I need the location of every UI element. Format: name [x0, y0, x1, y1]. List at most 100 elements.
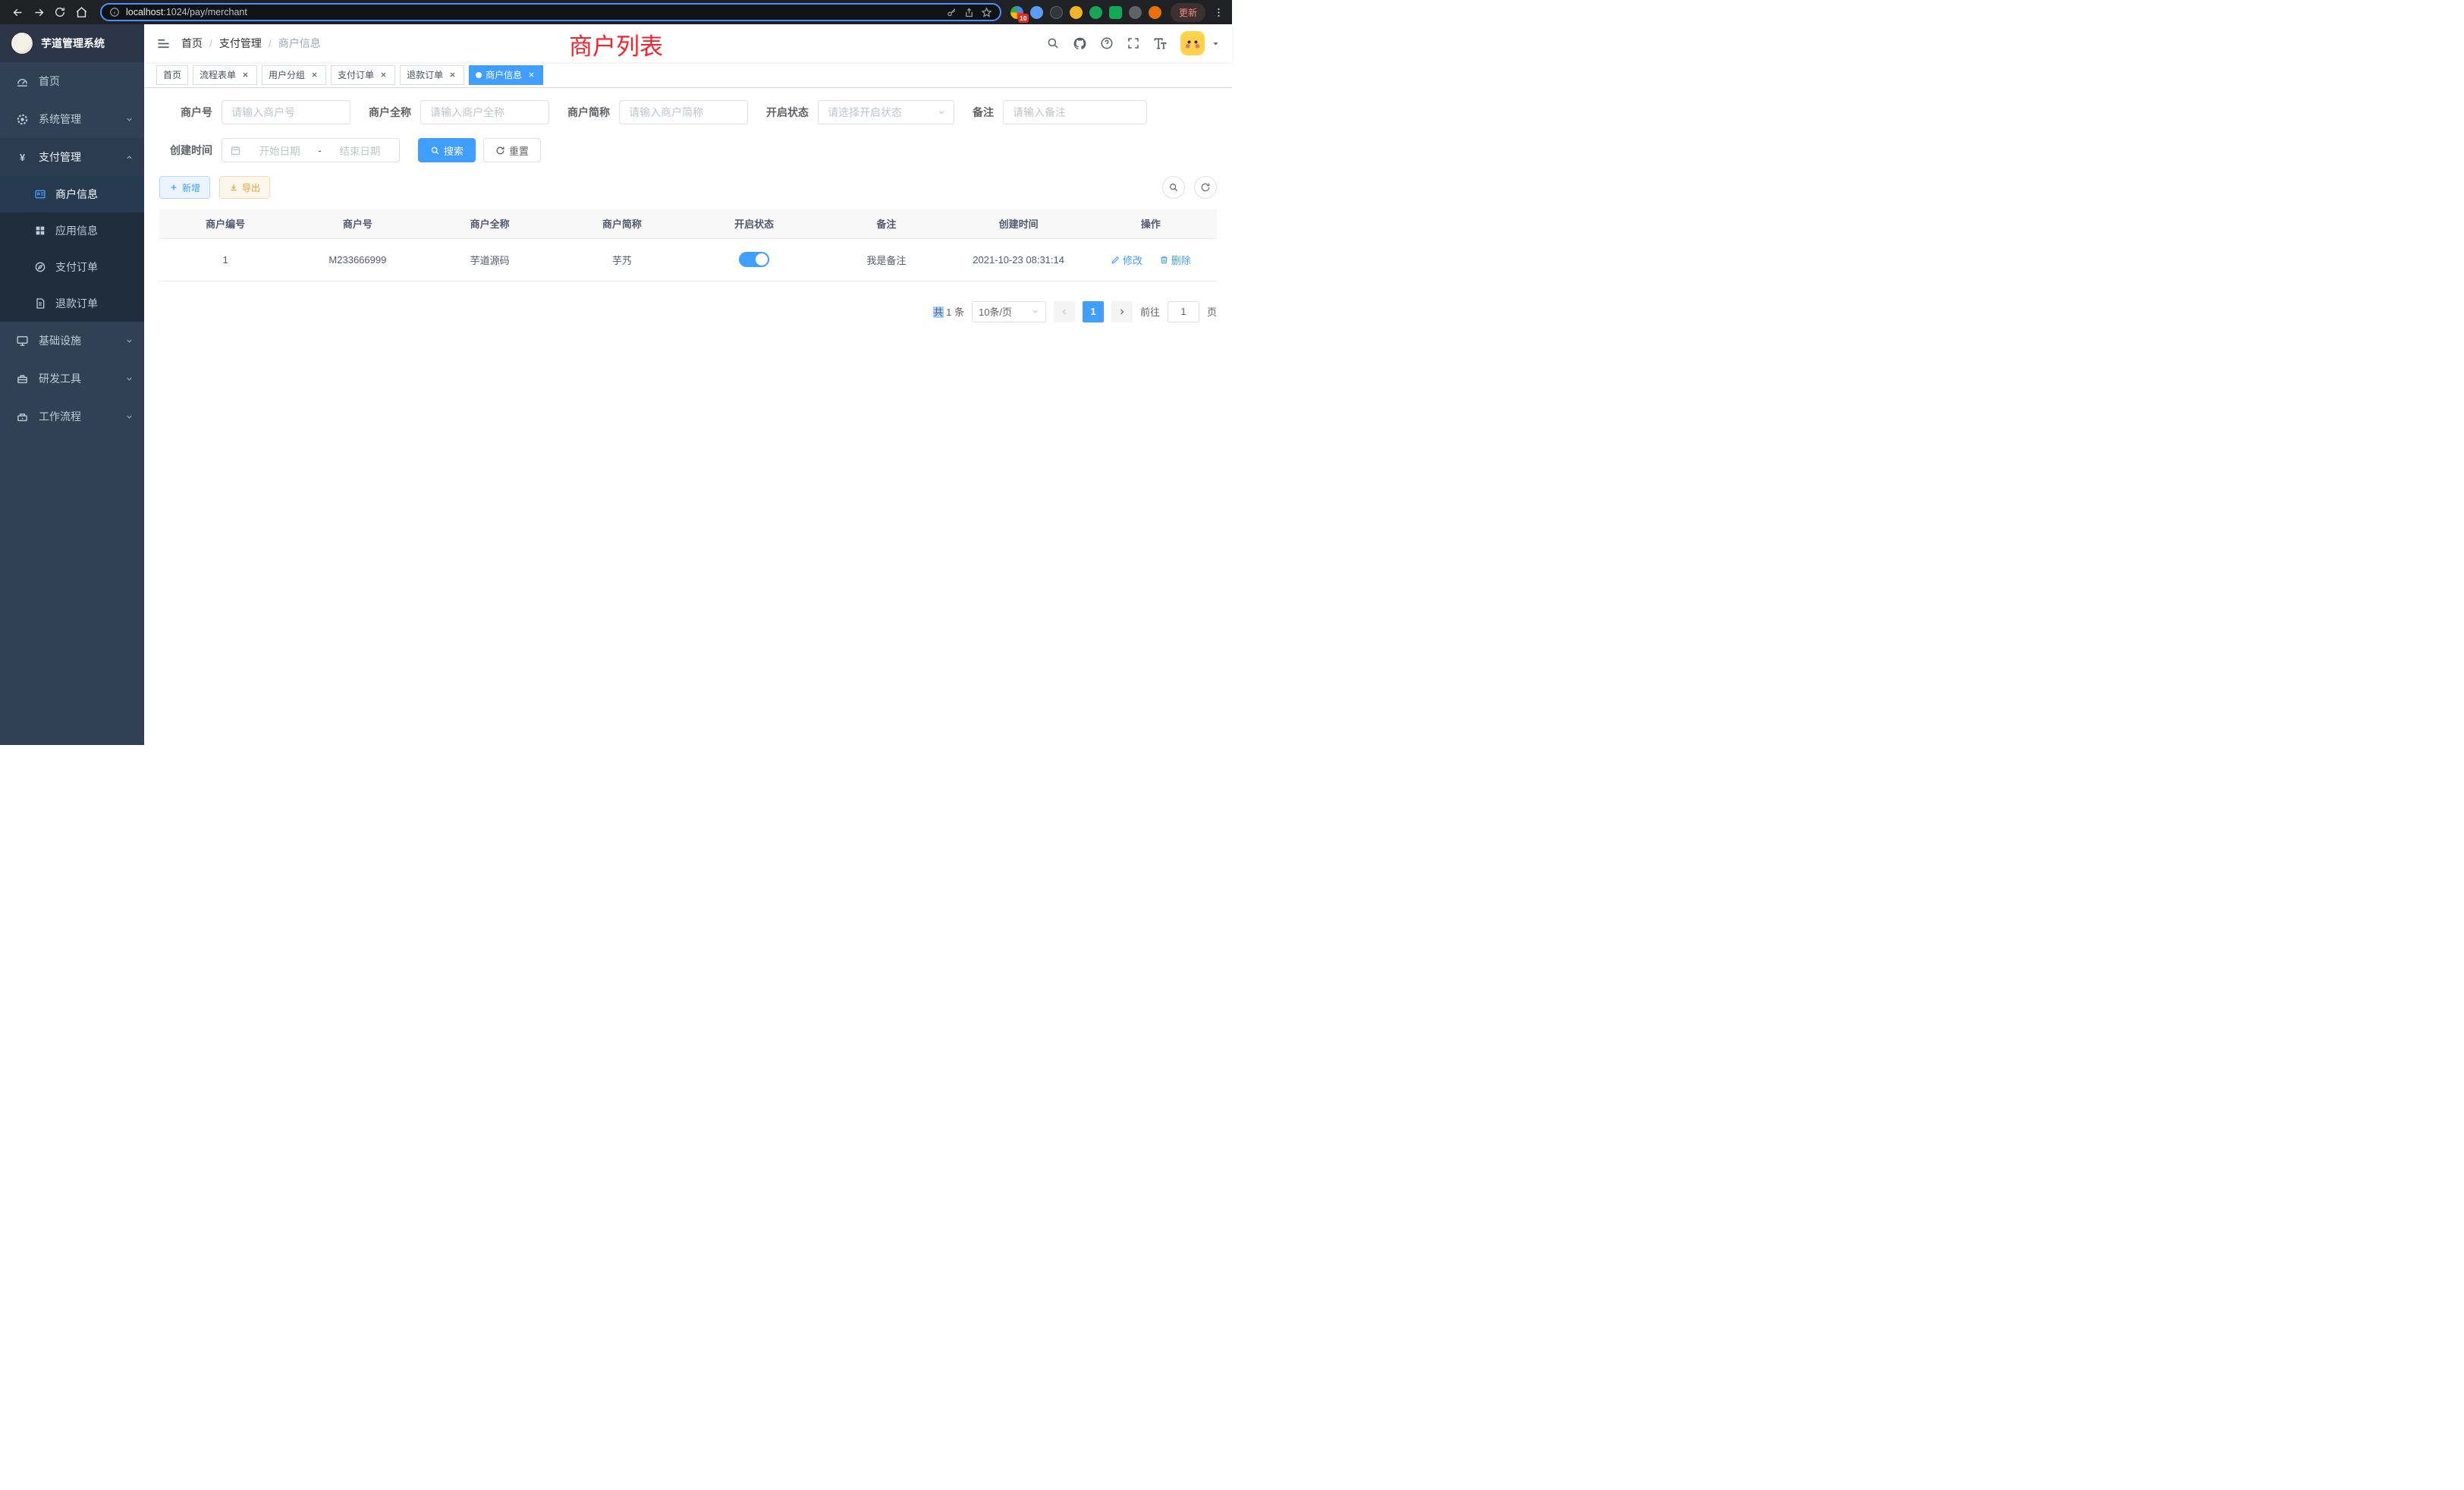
prev-page-button[interactable]: [1054, 301, 1075, 322]
close-icon[interactable]: [447, 70, 457, 80]
breadcrumb-item[interactable]: 支付管理: [219, 36, 262, 51]
cell-short-name: 芋艿: [556, 238, 688, 281]
extension-icon-colorwheel[interactable]: 10: [1010, 6, 1023, 19]
refresh-button[interactable]: [50, 2, 70, 22]
dashboard-icon: [15, 75, 29, 88]
field-label: 备注: [973, 105, 994, 120]
remark-input[interactable]: [1003, 100, 1147, 124]
status-select[interactable]: 请选择开启状态: [818, 100, 954, 124]
sidebar-item-system[interactable]: 系统管理: [0, 100, 144, 138]
sidebar-item-refund-orders[interactable]: 退款订单: [0, 285, 144, 322]
refresh-icon: [1200, 182, 1211, 193]
extension-icon-green-circle[interactable]: [1089, 6, 1102, 19]
breadcrumb: 首页 / 支付管理 / 商户信息: [181, 36, 321, 51]
sidebar-logo[interactable]: 芋道管理系统: [0, 24, 144, 62]
address-bar[interactable]: localhost:1024/pay/merchant: [100, 3, 1001, 21]
back-button[interactable]: [8, 2, 27, 22]
forward-button[interactable]: [29, 2, 49, 22]
col-header: 操作: [1085, 209, 1217, 238]
top-navbar: 首页 / 支付管理 / 商户信息: [144, 24, 1232, 62]
github-icon[interactable]: [1073, 36, 1087, 51]
refresh-table-button[interactable]: [1194, 176, 1217, 199]
sidebar-item-infrastructure[interactable]: 基础设施: [0, 322, 144, 360]
download-icon: [229, 183, 238, 192]
close-icon[interactable]: [240, 70, 250, 80]
add-button-label: 新增: [182, 181, 200, 194]
extension-icon-blue[interactable]: [1030, 6, 1043, 19]
breadcrumb-item[interactable]: 首页: [181, 36, 203, 51]
add-button[interactable]: 新增: [159, 176, 210, 199]
close-icon[interactable]: [309, 70, 319, 80]
help-icon[interactable]: [1100, 36, 1114, 50]
goto-page-input[interactable]: [1168, 301, 1199, 322]
sidebar-menu: 首页 系统管理 ¥ 支付管理: [0, 62, 144, 435]
extension-icon-dark[interactable]: [1050, 6, 1063, 19]
bookmark-star-icon[interactable]: [981, 7, 992, 18]
extension-badge: 10: [1018, 14, 1029, 23]
extension-icon-green-square[interactable]: [1109, 6, 1122, 19]
chevron-right-icon: [1117, 307, 1127, 316]
delete-link[interactable]: 删除: [1159, 253, 1191, 267]
sidebar-fold-icon[interactable]: [156, 36, 171, 51]
tab-label: 商户信息: [486, 68, 522, 81]
total-prefix: 共: [933, 306, 943, 318]
table-toolbar: 新增 导出: [159, 176, 1217, 199]
page-size-select[interactable]: 10条/页: [972, 301, 1046, 322]
grid-icon: [33, 225, 47, 237]
merchant-table: 商户编号 商户号 商户全称 商户简称 开启状态 备注 创建时间 操作 1 M23…: [159, 209, 1217, 281]
merchant-no-input[interactable]: [222, 100, 350, 124]
reset-button[interactable]: 重置: [483, 138, 541, 162]
tab-user-group[interactable]: 用户分组: [262, 65, 326, 85]
sidebar-item-label: 退款订单: [55, 296, 134, 311]
close-icon[interactable]: [378, 70, 388, 80]
sidebar-item-label: 首页: [39, 74, 134, 89]
browser-menu-icon[interactable]: [1213, 7, 1224, 18]
compass-icon: [33, 261, 47, 273]
extension-icon-orange[interactable]: [1149, 6, 1161, 19]
search-button[interactable]: 搜索: [418, 138, 476, 162]
extension-icon-gray[interactable]: [1129, 6, 1142, 19]
sidebar-item-workflow[interactable]: 工作流程: [0, 398, 144, 435]
page-number-button[interactable]: 1: [1083, 301, 1104, 322]
password-key-icon[interactable]: [946, 7, 957, 18]
extension-icon-avatar[interactable]: [1070, 6, 1083, 19]
tab-process-form[interactable]: 流程表单: [193, 65, 257, 85]
plus-icon: [169, 183, 178, 192]
search-icon[interactable]: [1046, 36, 1060, 50]
tab-pay-orders[interactable]: 支付订单: [331, 65, 395, 85]
svg-text:¥: ¥: [19, 151, 25, 162]
tab-merchant-info[interactable]: 商户信息: [469, 65, 543, 85]
full-name-input[interactable]: [420, 100, 549, 124]
field-label: 商户号: [159, 105, 212, 120]
sidebar-item-pay-orders[interactable]: 支付订单: [0, 249, 144, 285]
sidebar-item-payment[interactable]: ¥ 支付管理: [0, 138, 144, 176]
sidebar-item-dev-tools[interactable]: 研发工具: [0, 360, 144, 398]
id-card-icon: [33, 188, 47, 200]
share-icon[interactable]: [963, 7, 975, 18]
browser-update-button[interactable]: 更新: [1171, 3, 1205, 22]
sidebar-item-label: 工作流程: [39, 409, 125, 424]
home-button[interactable]: [71, 2, 91, 22]
status-toggle[interactable]: [739, 252, 769, 267]
date-range-picker[interactable]: 开始日期 - 结束日期: [222, 138, 400, 162]
tab-home[interactable]: 首页: [156, 65, 188, 85]
short-name-input[interactable]: [619, 100, 748, 124]
tab-refund-orders[interactable]: 退款订单: [400, 65, 464, 85]
sidebar-item-merchant-info[interactable]: 商户信息: [0, 176, 144, 212]
avatar-caret-icon[interactable]: [1212, 39, 1220, 48]
user-avatar[interactable]: [1180, 31, 1205, 55]
filter-create-time: 创建时间 开始日期 - 结束日期: [159, 138, 400, 162]
total-rest: 1 条: [944, 306, 964, 318]
edit-link[interactable]: 修改: [1111, 253, 1142, 267]
field-label: 开启状态: [766, 105, 809, 120]
toggle-search-button[interactable]: [1162, 176, 1185, 199]
site-info-icon[interactable]: [109, 7, 120, 17]
close-icon[interactable]: [526, 70, 536, 80]
cell-status: [688, 238, 820, 281]
sidebar-item-app-info[interactable]: 应用信息: [0, 212, 144, 249]
fullscreen-icon[interactable]: [1127, 36, 1140, 50]
export-button[interactable]: 导出: [219, 176, 270, 199]
sidebar-item-home[interactable]: 首页: [0, 62, 144, 100]
next-page-button[interactable]: [1111, 301, 1133, 322]
font-size-icon[interactable]: [1153, 36, 1168, 51]
